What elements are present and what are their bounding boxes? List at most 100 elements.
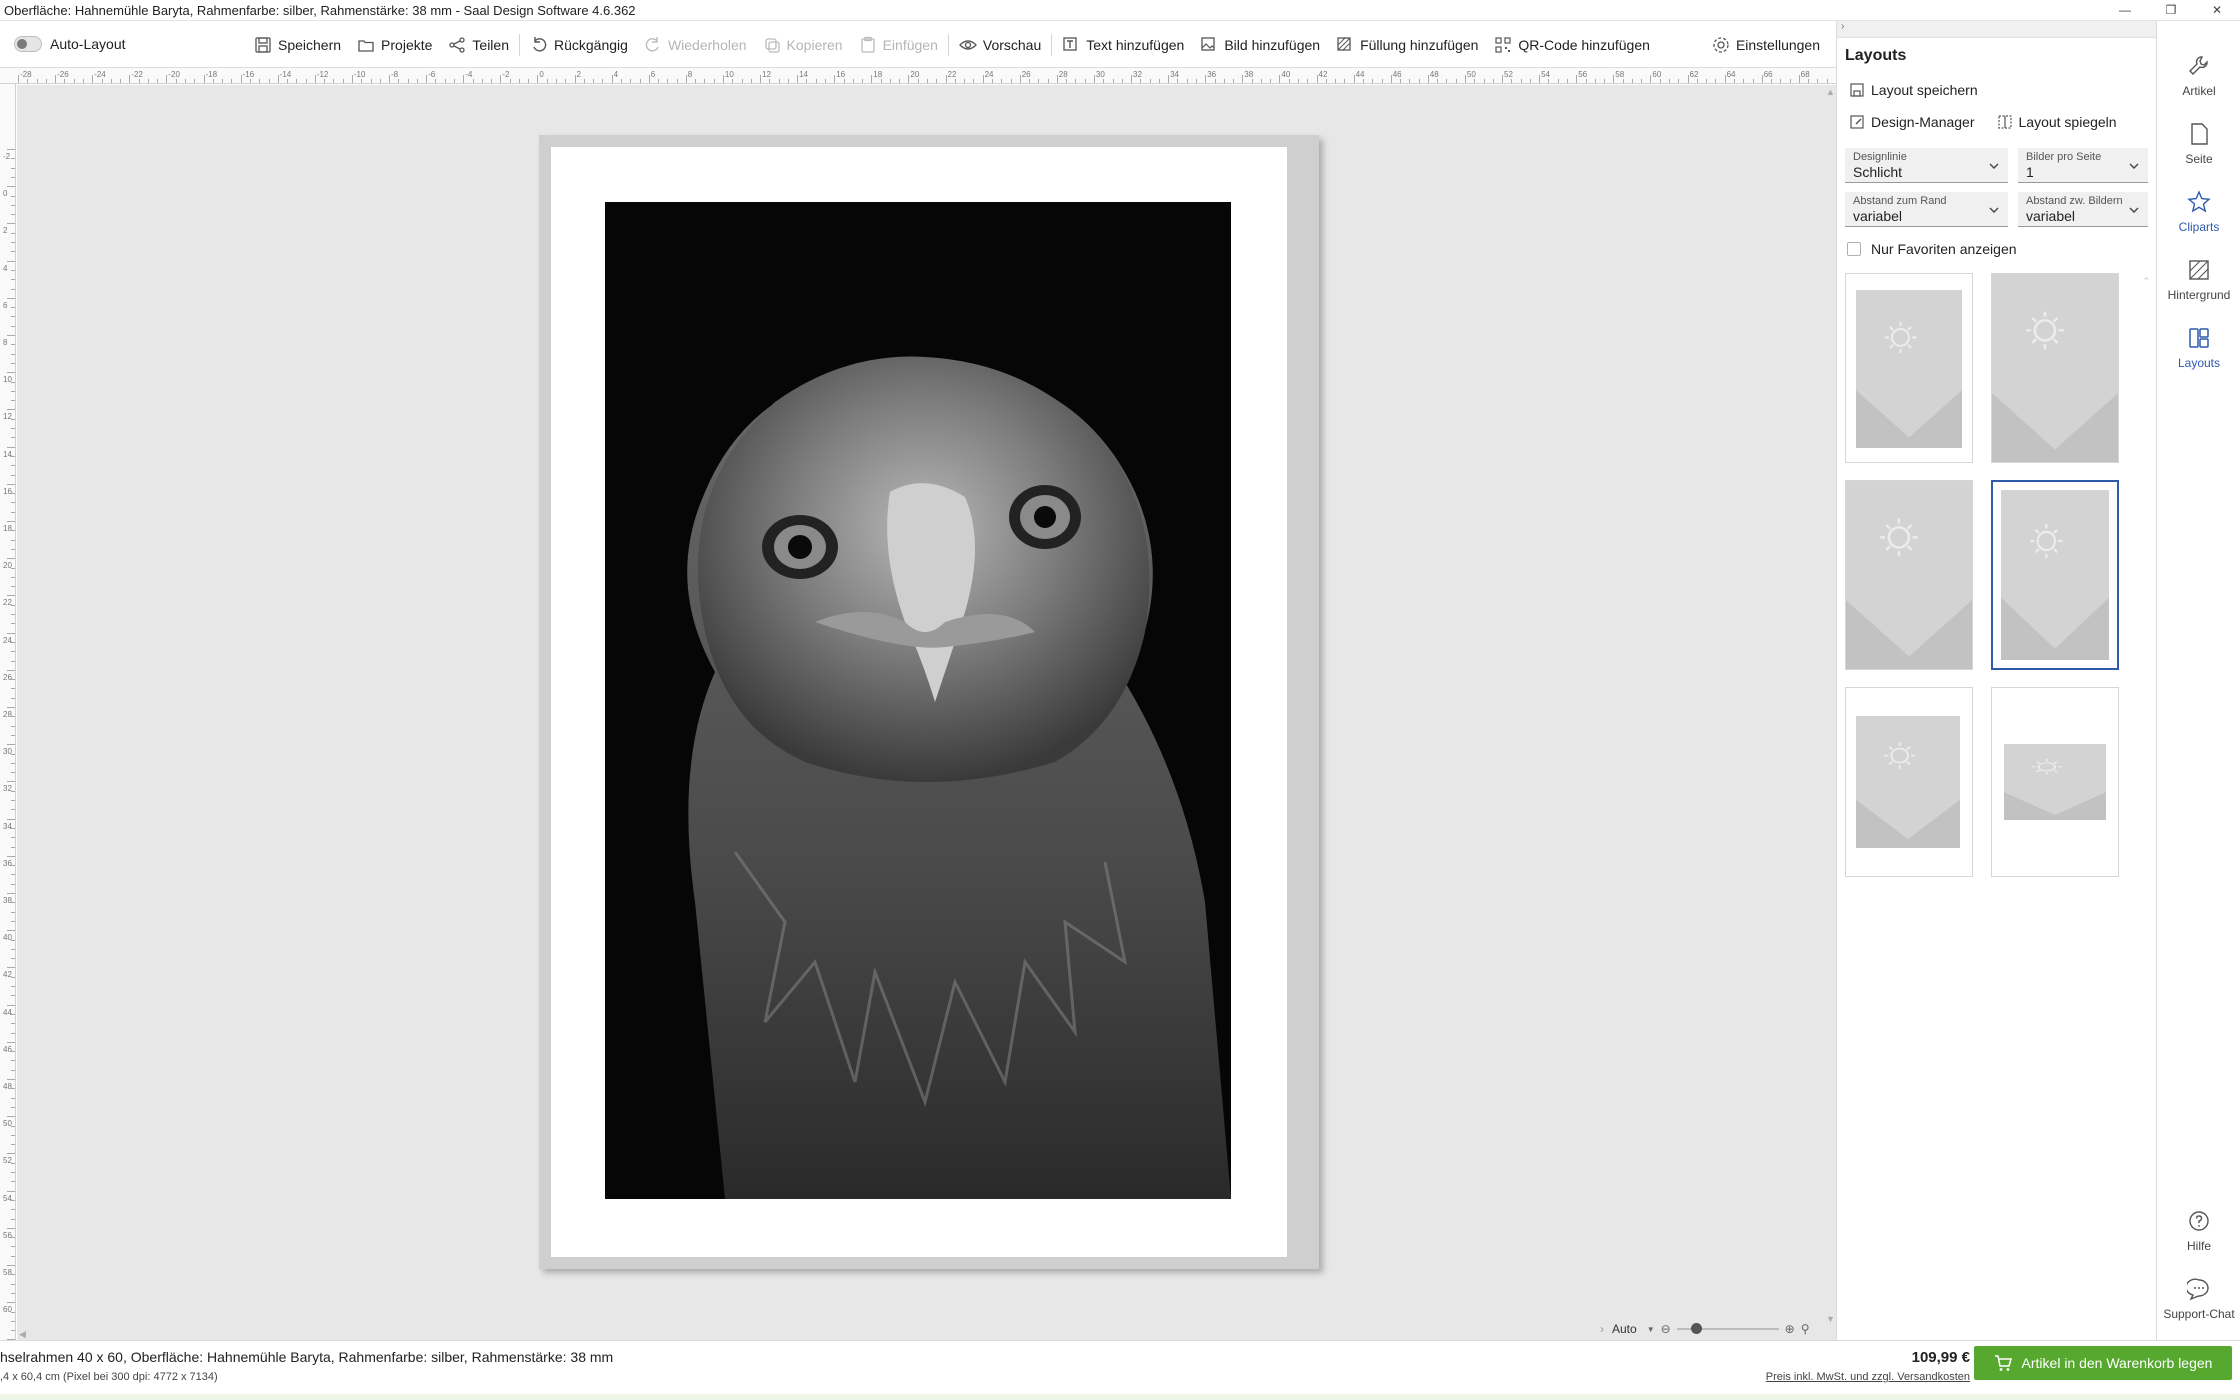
ruler-label: -24 [94,70,106,79]
picture-frame[interactable] [539,135,1319,1269]
paste-button[interactable]: Einfügen [851,21,946,68]
ruler-tick [481,79,483,83]
horizontal-scrollbar[interactable]: ◀ [17,1328,1812,1340]
projects-button[interactable]: Projekte [349,21,440,68]
design-canvas[interactable]: ▲ ▼ ◀ [17,85,1836,1340]
ruler-tick [11,251,15,253]
nav-support-chat[interactable]: Support-Chat [2157,1266,2240,1332]
nav-cliparts[interactable]: Cliparts [2157,179,2240,245]
add-image-button[interactable]: Bild hinzufügen [1192,21,1328,68]
margin-select[interactable]: Abstand zum Rand variabel [1845,192,2008,227]
ruler-tick [1298,79,1299,83]
panel-scroll-up-arrow[interactable]: ⌃ [2142,276,2150,287]
chevron-right-icon[interactable]: › [1600,1322,1604,1336]
scroll-up-arrow[interactable]: ▲ [1826,87,1835,97]
ruler-tick [1140,79,1142,83]
ruler-tick [407,79,409,83]
layout-thumbnail[interactable] [1845,480,1973,670]
ruler-tick [1251,79,1253,83]
zoom-mode[interactable]: Auto [1612,1322,1637,1336]
ruler-tick [389,75,390,83]
undo-button[interactable]: Rückgängig [522,21,636,68]
add-qr-button[interactable]: QR-Code hinzufügen [1486,21,1658,68]
add-to-cart-button[interactable]: Artikel in den Warenkorb legen [1974,1346,2232,1380]
ruler-tick [11,641,15,643]
add-text-icon [1063,36,1077,51]
ruler-tick [658,79,659,83]
ruler-tick [11,1311,15,1313]
share-button[interactable]: Teilen [440,21,517,68]
ruler-tick [7,521,15,522]
ruler-tick [11,195,15,197]
favorites-filter[interactable]: Nur Favoriten anzeigen [1837,227,2156,257]
ruler-tick [917,79,919,83]
preview-button[interactable]: Vorschau [951,21,1049,68]
layouts-icon [2189,328,2209,348]
nav-background[interactable]: Hintergrund [2157,247,2240,313]
panel-collapse-bar[interactable]: › [1837,21,2156,38]
zoom-in-icon[interactable]: ⊕ [1785,1322,1795,1336]
layout-thumbnail[interactable] [1845,687,1973,877]
nav-layouts[interactable]: Layouts [2157,315,2240,381]
ruler-tick [11,1330,15,1332]
nav-page[interactable]: Seite [2157,111,2240,177]
ruler-label: -26 [57,70,69,79]
spacing-select[interactable]: Abstand zw. Bildern variabel [2018,192,2148,227]
layout-thumbnail[interactable] [1991,480,2119,670]
ruler-tick [7,1153,15,1155]
close-button[interactable]: ✕ [2194,0,2240,21]
zoom-slider[interactable] [1676,1323,1779,1334]
favorites-checkbox[interactable] [1847,242,1861,256]
ruler-tick [7,1190,15,1192]
minimize-button[interactable]: — [2102,0,2148,21]
ruler-tick [1353,75,1355,83]
save-icon [255,36,271,53]
ruler-tick [129,75,131,83]
add-fill-button[interactable]: Füllung hinzufügen [1328,21,1486,68]
restore-button[interactable]: ❐ [2148,0,2194,21]
layout-thumbnail[interactable] [1991,687,2119,877]
layout-thumbnail[interactable] [1845,273,1973,463]
ruler-tick [11,837,15,839]
zoom-out-icon[interactable]: ⊖ [1661,1322,1671,1336]
ruler-tick [11,204,15,206]
scroll-left-arrow[interactable]: ◀ [19,1329,26,1340]
copy-button[interactable]: Kopieren [755,21,851,68]
design-line-select[interactable]: Designlinie Schlicht [1845,148,2008,183]
ruler-tick [704,79,706,83]
fit-zoom-icon[interactable]: ⚲ [1801,1322,1810,1336]
add-text-button[interactable]: Text hinzufügen [1054,21,1192,68]
chevron-right-icon[interactable]: › [1841,21,1844,32]
ruler-tick [1381,79,1383,83]
zoom-slider-knob[interactable] [1690,1323,1702,1334]
qr-code-icon [1495,36,1511,53]
ruler-label: 60 [1652,70,1662,79]
nav-help[interactable]: Hilfe [2157,1198,2240,1264]
ruler-label: 40 [1281,70,1291,79]
save-layout-button[interactable]: Layout speichern [1849,74,1978,106]
ruler-tick [379,79,381,83]
mirror-layout-button[interactable]: Layout spiegeln [1997,106,2117,138]
ruler-tick [11,1013,15,1015]
ruler-label: -10 [353,70,366,79]
price-note-link[interactable]: Preis inkl. MwSt. und zzgl. Versandkoste… [1766,1371,1970,1383]
eagle-photo[interactable] [605,202,1231,1199]
nav-article[interactable]: Artikel [2157,43,2240,109]
auto-layout-toggle[interactable] [14,36,42,52]
ruler-tick [1158,79,1160,83]
design-manager-button[interactable]: Design-Manager [1849,106,1975,138]
redo-button[interactable]: Wiederholen [636,21,755,68]
ruler-tick [1604,79,1606,83]
ruler-tick [73,79,75,83]
vertical-scrollbar[interactable]: ▲ ▼ [1824,85,1836,1340]
save-button[interactable]: Speichern [246,21,349,68]
ruler-label: 38 [1244,70,1254,79]
ruler-tick [1511,79,1513,83]
ruler-label: 24 [3,635,12,645]
layout-thumbnail[interactable] [1991,273,2119,463]
ruler-label: 54 [3,1193,12,1203]
images-per-page-select[interactable]: Bilder pro Seite 1 [2018,148,2148,183]
settings-button[interactable]: Einstellungen [1704,21,1828,68]
ruler-tick [1121,79,1123,83]
chevron-down-icon[interactable]: ▼ [1647,1325,1655,1334]
